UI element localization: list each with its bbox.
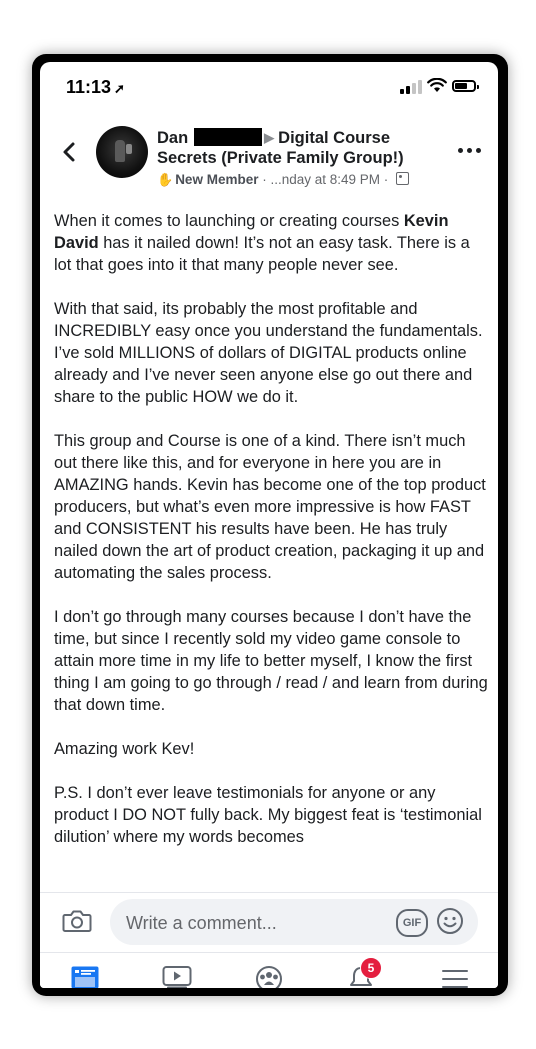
news-feed-icon[interactable] bbox=[70, 965, 100, 988]
group-name-continued[interactable]: Secrets (Private Family Group!) bbox=[157, 149, 404, 168]
post-paragraph: P.S. I don’t ever leave testimonials for… bbox=[54, 784, 482, 846]
status-time: 11:13 ➚ bbox=[66, 77, 125, 98]
paragraph-text: When it comes to launching or creating c… bbox=[54, 212, 404, 230]
notifications-tab[interactable]: 5 bbox=[346, 957, 382, 988]
post-paragraph: When it comes to launching or creating c… bbox=[54, 210, 490, 276]
new-member-wave-icon: ✋ bbox=[157, 172, 174, 187]
group-privacy-icon bbox=[396, 172, 410, 185]
emoji-icon[interactable] bbox=[436, 907, 464, 935]
group-name[interactable]: Digital Course bbox=[278, 129, 390, 147]
post-paragraph: Amazing work Kev! bbox=[54, 740, 195, 758]
battery-icon bbox=[452, 80, 479, 92]
camera-icon[interactable] bbox=[62, 909, 92, 933]
wifi-icon bbox=[427, 78, 447, 92]
menu-hamburger-icon[interactable] bbox=[440, 965, 470, 988]
post-paragraph: I don’t go through many courses because … bbox=[54, 608, 488, 714]
redacted-name-block bbox=[194, 128, 263, 146]
post-author-line: Dan ▶ Digital Course bbox=[157, 128, 390, 148]
notification-badge: 5 bbox=[360, 957, 382, 979]
status-time-text: 11:13 bbox=[66, 77, 112, 97]
location-arrow-icon: ➚ bbox=[114, 81, 125, 96]
author-name[interactable]: Dan bbox=[157, 129, 188, 147]
bottom-navigation: 5 bbox=[40, 952, 498, 988]
paragraph-text: has it nailed down! It’s not an easy tas… bbox=[54, 234, 470, 274]
more-options-icon[interactable] bbox=[458, 148, 482, 156]
back-chevron-icon[interactable] bbox=[58, 140, 82, 164]
comment-bar: GIF bbox=[40, 892, 498, 953]
post-body: When it comes to launching or creating c… bbox=[54, 210, 490, 870]
meta-separator-2: · bbox=[380, 172, 393, 187]
cellular-signal-icon bbox=[400, 80, 422, 94]
comment-input-wrapper: GIF bbox=[110, 899, 478, 947]
comment-input[interactable] bbox=[124, 899, 388, 947]
groups-icon[interactable] bbox=[254, 965, 284, 988]
post-timestamp[interactable]: ...nday at 8:49 PM bbox=[270, 172, 380, 187]
post-meta: ✋ New Member · ...nday at 8:49 PM · bbox=[157, 172, 410, 188]
member-badge: New Member bbox=[175, 172, 259, 187]
avatar[interactable] bbox=[96, 126, 148, 178]
meta-separator: · bbox=[258, 172, 271, 187]
watch-icon[interactable] bbox=[162, 965, 192, 988]
status-bar: 11:13 ➚ bbox=[40, 62, 498, 114]
phone-screen: 11:13 ➚ Dan ▶ Digital Course Secrets (Priva… bbox=[40, 62, 498, 988]
gif-button[interactable]: GIF bbox=[396, 909, 428, 937]
triangle-arrow-icon: ▶ bbox=[264, 130, 275, 145]
post-paragraph: With that said, its probably the most pr… bbox=[54, 300, 483, 406]
post-paragraph: This group and Course is one of a kind. … bbox=[54, 432, 486, 582]
